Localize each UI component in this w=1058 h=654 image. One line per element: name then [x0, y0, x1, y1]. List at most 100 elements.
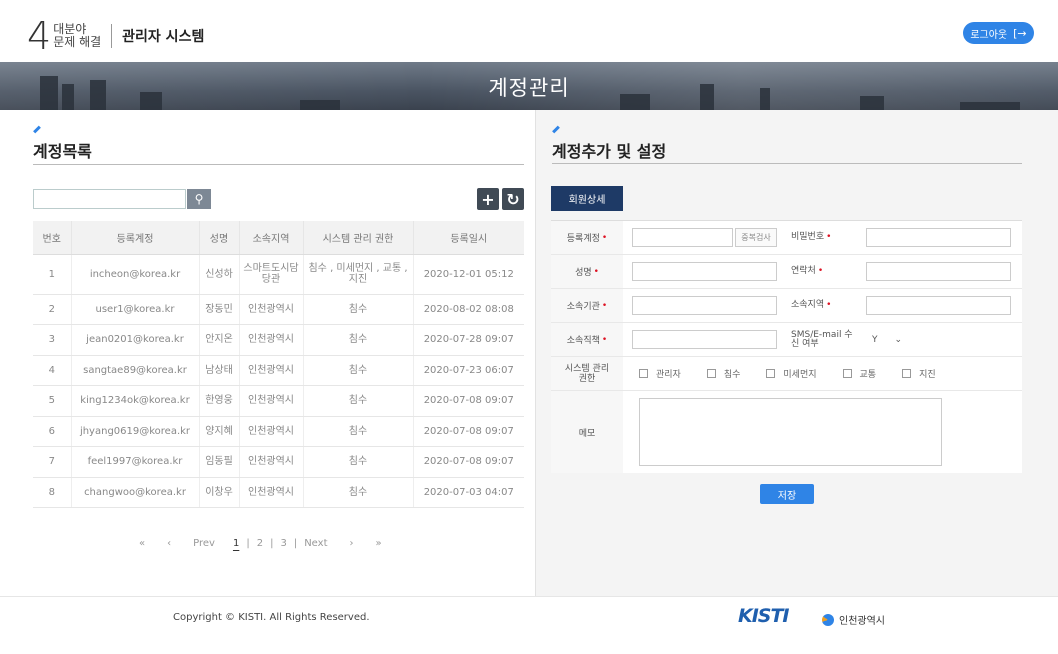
- cell-region: 인천광역시: [239, 294, 304, 325]
- form-row: 소속직책 • SMS/E-mail 수신 여부 Y ⌄: [551, 323, 1022, 357]
- role-checkbox-earthquake[interactable]: 지진: [902, 367, 936, 380]
- checkbox-icon: [902, 369, 912, 378]
- next-arrow-button[interactable]: ›: [350, 538, 354, 549]
- password-field-cell: [857, 228, 1011, 247]
- required-mark: •: [593, 266, 599, 277]
- role-checkbox-dust[interactable]: 미세먼지: [766, 367, 817, 380]
- table-row[interactable]: 8 changwoo@korea.kr 이창우 인천광역시 침수 2020-07…: [33, 477, 524, 508]
- role-checkbox-traffic[interactable]: 교통: [842, 367, 876, 380]
- refresh-button[interactable]: ↻: [502, 188, 524, 210]
- cell-role: 침수: [303, 477, 414, 508]
- label-contact-text: 연락처: [791, 266, 816, 276]
- role-checkbox-label: 미세먼지: [783, 370, 817, 380]
- table-row[interactable]: 3 jean0201@korea.kr 안지온 인천광역시 침수 2020-07…: [33, 324, 524, 356]
- cell-role: 침수: [303, 446, 414, 478]
- table-row[interactable]: 2 user1@korea.kr 장동민 인천광역시 침수 2020-08-02…: [33, 294, 524, 325]
- copyright-text: Copyright © KISTI. All Rights Reserved.: [173, 612, 370, 623]
- cell-date: 2020-12-01 05:12: [413, 254, 524, 295]
- region-input[interactable]: [866, 296, 1011, 315]
- label-account: 등록계정 •: [551, 221, 623, 254]
- cell-no: 3: [33, 324, 72, 356]
- prev-button[interactable]: Prev: [193, 538, 215, 549]
- table-row[interactable]: 4 sangtae89@korea.kr 남상태 인천광역시 침수 2020-0…: [33, 355, 524, 386]
- required-mark: •: [817, 266, 824, 276]
- add-account-button[interactable]: +: [477, 188, 499, 210]
- cell-region: 스마트도시담당관: [239, 254, 304, 295]
- cell-account: user1@korea.kr: [71, 294, 200, 325]
- tab-member-detail[interactable]: 회원상세: [551, 186, 623, 211]
- prev-arrow-button[interactable]: ‹: [167, 538, 171, 549]
- form-row: 등록계정 • 중복검사 비밀번호 •: [551, 221, 1022, 255]
- contact-field-cell: [857, 262, 1011, 281]
- position-input[interactable]: [632, 330, 777, 349]
- contact-input[interactable]: [866, 262, 1011, 281]
- account-input[interactable]: [632, 228, 733, 247]
- required-mark: •: [826, 300, 832, 310]
- role-checkbox-label: 지진: [919, 370, 936, 380]
- page-2-link[interactable]: 2: [257, 538, 263, 549]
- cell-account: changwoo@korea.kr: [71, 477, 200, 508]
- table-row[interactable]: 7 feel1997@korea.kr 임동필 인천광역시 침수 2020-07…: [33, 446, 524, 478]
- cell-no: 2: [33, 294, 72, 325]
- cell-name: 신성하: [199, 254, 240, 295]
- column-header-role: 시스템 관리 권한: [303, 221, 414, 255]
- logout-label: 로그아웃: [970, 29, 1008, 41]
- app-logo[interactable]: 4 대분야 문제 해결 관리자 시스템: [27, 17, 205, 55]
- label-region-text: 소속지역: [791, 300, 825, 310]
- system-title: 관리자 시스템: [122, 29, 205, 45]
- required-mark: •: [601, 300, 608, 311]
- checkbox-icon: [706, 369, 716, 378]
- page-separator: |: [246, 538, 250, 549]
- name-field-cell: [623, 262, 781, 281]
- last-page-button[interactable]: »: [376, 538, 382, 549]
- label-name: 성명 •: [551, 255, 623, 288]
- logo-subtitle: 대분야 문제 해결: [53, 23, 101, 49]
- page-1-link[interactable]: 1: [233, 538, 239, 549]
- duplicate-check-button[interactable]: 중복검사: [735, 228, 777, 247]
- account-table: 번호 등록계정 성명 소속지역 시스템 관리 권한 등록일시 1 incheon…: [33, 221, 524, 508]
- role-checkbox-admin[interactable]: 관리자: [639, 367, 681, 380]
- table-row[interactable]: 5 king1234ok@korea.kr 한영웅 인천광역시 침수 2020-…: [33, 385, 524, 417]
- name-input[interactable]: [632, 262, 777, 281]
- cell-account: sangtae89@korea.kr: [71, 355, 200, 386]
- table-row[interactable]: 6 jhyang0619@korea.kr 양지혜 인천광역시 침수 2020-…: [33, 416, 524, 447]
- table-row[interactable]: 1 incheon@korea.kr 신성하 스마트도시담당관 침수 , 미세먼…: [33, 254, 524, 295]
- account-form: 등록계정 • 중복검사 비밀번호 • 성명 • 연락처 • 소속기관 • 소속지역 • 소속…: [551, 220, 1022, 473]
- cell-account: jean0201@korea.kr: [71, 324, 200, 356]
- cell-no: 5: [33, 385, 72, 417]
- logo-line-2: 문제 해결: [53, 35, 102, 49]
- cell-account: incheon@korea.kr: [71, 254, 200, 295]
- account-list-title-text: 계정목록: [33, 142, 92, 161]
- logout-icon: [→: [1013, 26, 1027, 40]
- save-button[interactable]: 저장: [760, 484, 814, 504]
- search-input[interactable]: [33, 189, 186, 209]
- form-row: 시스템 관리 권한 관리자 침수 미세먼지 교통 지진: [551, 357, 1022, 391]
- form-row: 성명 • 연락처 •: [551, 255, 1022, 289]
- memo-textarea[interactable]: [639, 398, 942, 466]
- required-mark: •: [826, 232, 832, 242]
- next-button[interactable]: Next: [304, 538, 327, 549]
- cell-role: 침수: [303, 385, 414, 417]
- required-mark: •: [601, 334, 608, 345]
- label-position: 소속직책 •: [551, 323, 623, 356]
- org-input[interactable]: [632, 296, 777, 315]
- cell-name: 남상태: [199, 355, 240, 386]
- column-header-no: 번호: [33, 221, 72, 255]
- column-header-account: 등록계정: [71, 221, 200, 255]
- column-header-date: 등록일시: [413, 221, 524, 255]
- page-3-link[interactable]: 3: [280, 538, 286, 549]
- page-separator: |: [293, 538, 298, 549]
- sms-select[interactable]: Y ⌄: [866, 330, 908, 349]
- cell-role: 침수: [303, 416, 414, 447]
- cell-region: 인천광역시: [239, 446, 304, 478]
- logout-button[interactable]: 로그아웃 [→: [963, 22, 1034, 44]
- role-checkbox-flood[interactable]: 침수: [706, 367, 741, 380]
- chevron-down-icon: ⌄: [894, 334, 902, 345]
- page-separator: |: [270, 538, 274, 549]
- search-button[interactable]: ⚲: [187, 189, 211, 209]
- role-checkbox-label: 침수: [723, 370, 741, 380]
- password-input[interactable]: [866, 228, 1011, 247]
- account-field-cell: 중복검사: [623, 228, 781, 247]
- label-org: 소속기관 •: [551, 289, 623, 322]
- first-page-button[interactable]: «: [139, 538, 145, 549]
